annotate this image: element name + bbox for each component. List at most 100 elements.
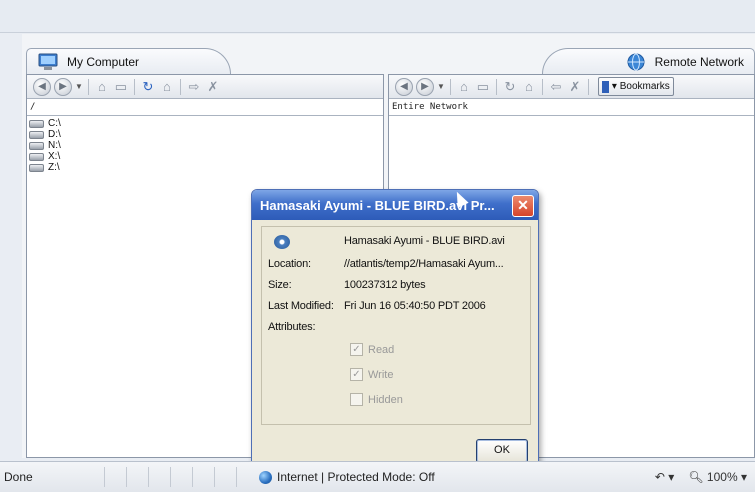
modified-label: Last Modified: (268, 300, 334, 312)
filename-value: Hamasaki Ayumi - BLUE BIRD.avi (344, 235, 505, 247)
properties-icon[interactable]: ⌂ (159, 79, 175, 95)
write-label: Write (368, 368, 394, 381)
zoom-control[interactable]: 🔍︎ 100% ▾ (688, 470, 747, 484)
drive-label: C:\ (48, 118, 61, 129)
local-path-field[interactable]: / (27, 99, 383, 116)
forward-icon[interactable]: ▶ (416, 77, 434, 96)
transfer-icon[interactable]: ⇨ (186, 79, 202, 95)
list-item[interactable]: N:\ (27, 140, 383, 151)
dialog-title-bar[interactable]: Hamasaki Ayumi - BLUE BIRD.avi Pr... ✕ (252, 190, 538, 220)
drive-icon (29, 119, 44, 128)
network-globe-icon (627, 53, 645, 70)
up-folder-icon[interactable]: ⌂ (94, 79, 110, 95)
delete-icon[interactable]: ✗ (567, 79, 583, 95)
toolbar-separator (179, 78, 181, 95)
bookmark-icon (601, 80, 609, 93)
size-label: Size: (268, 279, 292, 291)
status-cell (170, 467, 192, 487)
remote-toolbar: ◀ ▶ ▼ ⌂ ▭ ↻ ⌂ ⇦ ✗ ▾ Bookmarks (389, 75, 754, 99)
checkbox-unchecked-icon (350, 393, 363, 406)
toolbar-separator (133, 78, 135, 95)
zone-settings-icon[interactable]: ↶ ▾ (655, 470, 674, 484)
tab-label: My Computer (67, 54, 140, 69)
back-icon[interactable]: ◀ (33, 77, 51, 96)
status-cells (104, 467, 237, 487)
status-cell (192, 467, 214, 487)
chevron-down-icon: ▾ (740, 470, 747, 484)
write-checkbox[interactable]: ✓ Write (350, 368, 393, 381)
list-item[interactable]: D:\ (27, 129, 383, 140)
attributes-label: Attributes: (268, 321, 316, 333)
location-row: Location: //atlantis/temp2/Hamasaki Ayum… (268, 258, 504, 270)
history-dropdown-icon[interactable]: ▼ (437, 82, 445, 91)
hidden-checkbox[interactable]: Hidden (350, 393, 403, 406)
drive-label: X:\ (48, 151, 61, 162)
close-icon: ✕ (517, 197, 529, 213)
size-value: 100237312 bytes (344, 279, 426, 291)
close-button[interactable]: ✕ (512, 195, 534, 217)
new-folder-icon[interactable]: ▭ (113, 79, 129, 95)
drive-icon (29, 141, 44, 150)
toolbar-separator (587, 78, 589, 95)
tab-remote-network[interactable]: Remote Network (542, 48, 755, 74)
browser-status-bar: Done Internet | Protected Mode: Off ↶ ▾ … (0, 461, 755, 492)
list-item[interactable]: X:\ (27, 151, 383, 162)
file-manager-app: My Computer Remote Network ◀ ▶ ▼ ⌂ ▭ ↻ ⌂… (22, 34, 755, 473)
read-checkbox[interactable]: ✓ Read (350, 343, 394, 356)
checkbox-checked-icon: ✓ (350, 368, 363, 381)
status-cell (214, 467, 237, 487)
drive-label: D:\ (48, 129, 61, 140)
refresh-icon[interactable]: ↻ (502, 79, 518, 95)
computer-icon (38, 53, 58, 70)
location-label: Location: (268, 258, 311, 270)
zoom-value: 100% (706, 470, 738, 484)
tab-my-computer[interactable]: My Computer (26, 48, 231, 74)
file-properties-dialog: Hamasaki Ayumi - BLUE BIRD.avi Pr... ✕ H… (251, 189, 539, 473)
back-icon[interactable]: ◀ (395, 77, 413, 96)
hidden-label: Hidden (368, 393, 403, 406)
status-cell (148, 467, 170, 487)
zoom-icon: 🔍︎ (688, 470, 704, 484)
toolbar-separator (495, 78, 497, 95)
dialog-body: Hamasaki Ayumi - BLUE BIRD.avi Location:… (261, 226, 531, 425)
list-item[interactable]: C:\ (27, 118, 383, 129)
attributes-row: Attributes: (268, 321, 344, 333)
list-item[interactable]: Z:\ (27, 162, 383, 173)
bookmarks-button[interactable]: ▾ Bookmarks (597, 77, 674, 96)
status-cell (104, 467, 126, 487)
up-folder-icon[interactable]: ⌂ (456, 79, 472, 95)
toolbar-separator (87, 78, 89, 95)
security-zone[interactable]: Internet | Protected Mode: Off (259, 470, 435, 484)
toolbar-separator (449, 78, 451, 95)
drive-label: N:\ (48, 140, 61, 151)
refresh-icon[interactable]: ↻ (140, 79, 156, 95)
internet-globe-icon (259, 470, 272, 484)
forward-icon[interactable]: ▶ (54, 77, 72, 96)
modified-value: Fri Jun 16 05:40:50 PDT 2006 (344, 300, 486, 312)
bookmarks-label: ▾ Bookmarks (611, 81, 670, 92)
ok-button[interactable]: OK (476, 439, 528, 463)
drive-icon (29, 163, 44, 172)
new-folder-icon[interactable]: ▭ (475, 79, 491, 95)
status-right: ↶ ▾ 🔍︎ 100% ▾ (655, 470, 747, 484)
read-label: Read (368, 343, 395, 356)
filename-spacer (268, 235, 344, 247)
size-row: Size: 100237312 bytes (268, 279, 426, 291)
transfer-back-icon[interactable]: ⇦ (548, 79, 564, 95)
delete-icon[interactable]: ✗ (205, 79, 221, 95)
properties-icon[interactable]: ⌂ (521, 79, 537, 95)
drive-label: Z:\ (48, 162, 60, 173)
history-dropdown-icon[interactable]: ▼ (75, 82, 83, 91)
checkbox-checked-icon: ✓ (350, 343, 363, 356)
remote-path-field[interactable]: Entire Network (389, 99, 754, 116)
filename-row: Hamasaki Ayumi - BLUE BIRD.avi (268, 235, 505, 247)
status-cell (126, 467, 148, 487)
toolbar-separator (541, 78, 543, 95)
drive-icon (29, 152, 44, 161)
zone-text: Internet | Protected Mode: Off (277, 470, 435, 484)
tab-label: Remote Network (654, 54, 744, 69)
drive-icon (29, 130, 44, 139)
drive-list: C:\ D:\ N:\ X:\ Z:\ (27, 116, 383, 173)
local-toolbar: ◀ ▶ ▼ ⌂ ▭ ↻ ⌂ ⇨ ✗ (27, 75, 383, 99)
status-text: Done (4, 470, 33, 484)
